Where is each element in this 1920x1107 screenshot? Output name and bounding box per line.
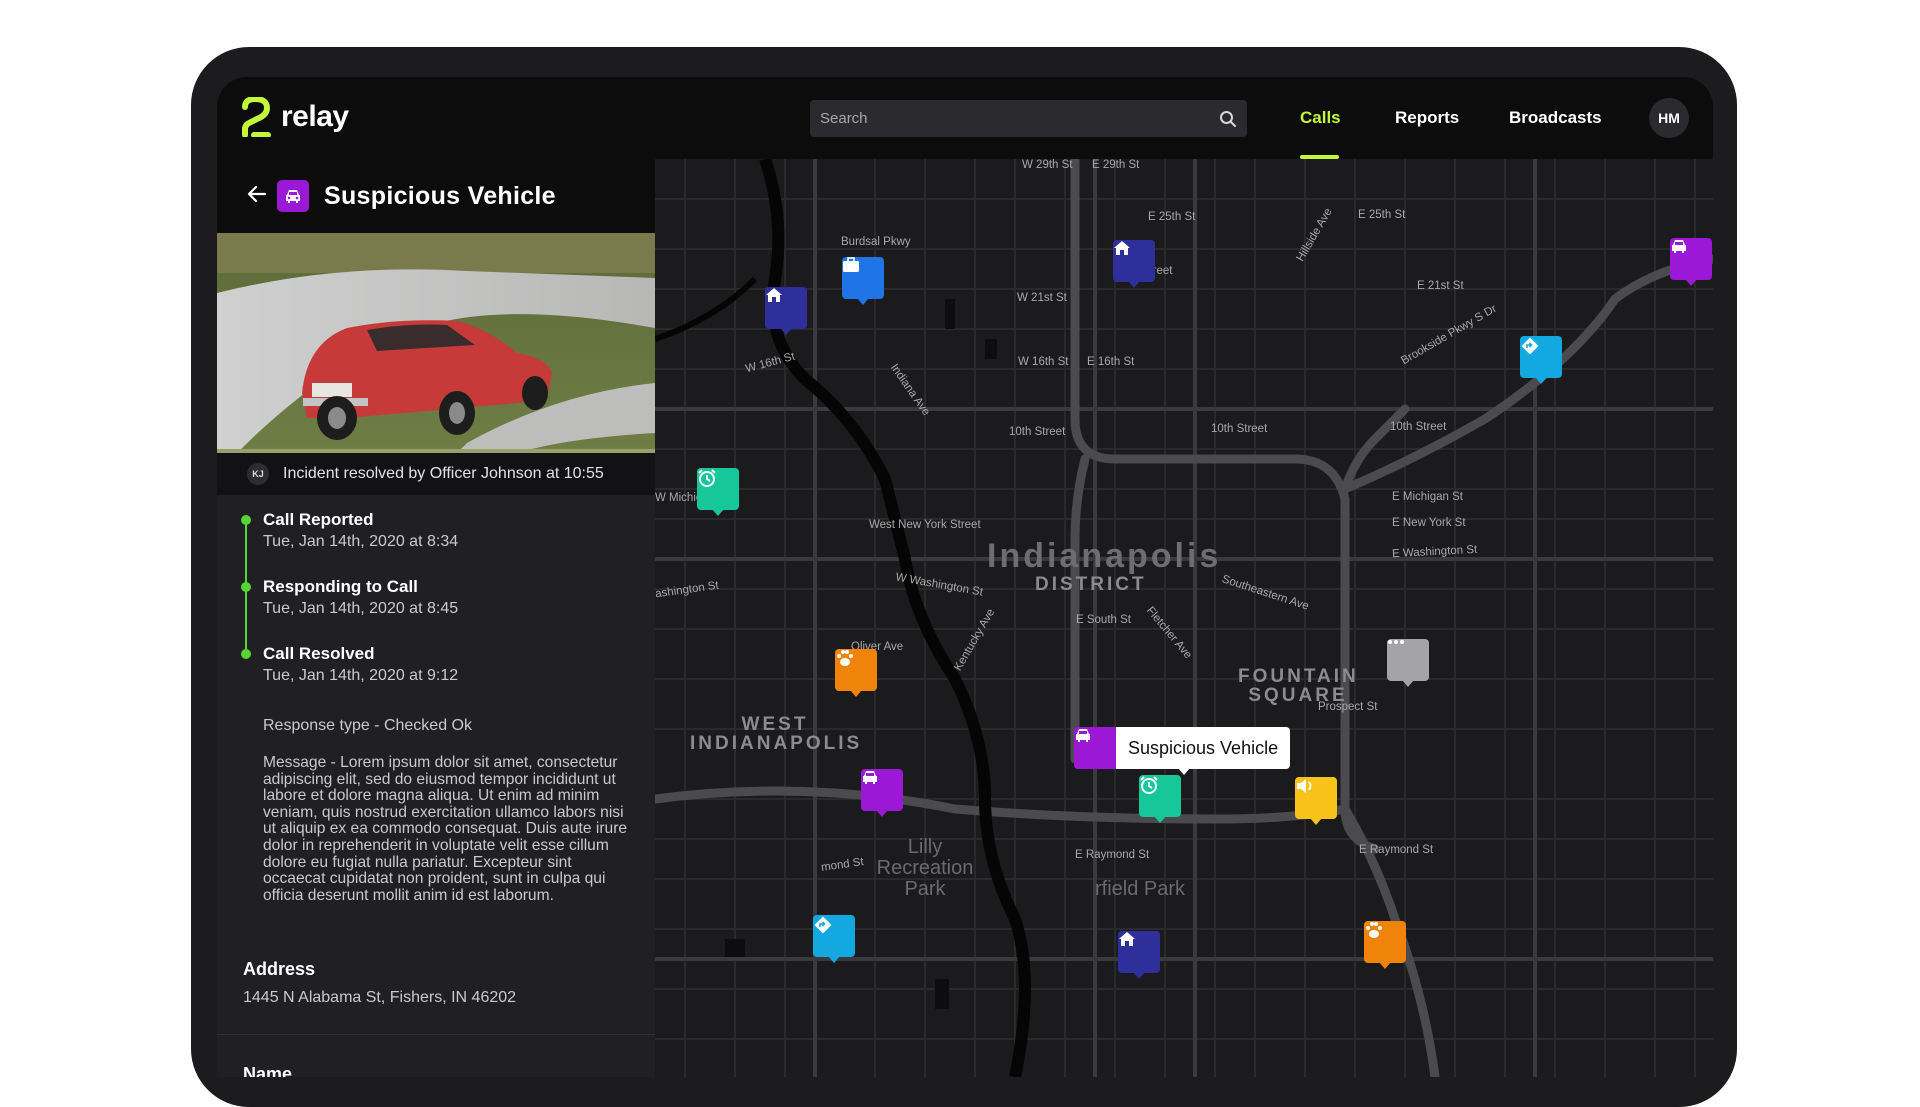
district-label: WEST INDIANAPOLIS	[690, 714, 863, 754]
timeline-dot	[241, 515, 251, 525]
alarm-icon[interactable]	[1139, 775, 1181, 823]
relay-logo-icon	[242, 97, 271, 137]
top-bar: relay Calls Reports Broadcasts HM	[217, 77, 1713, 159]
street-label: E 16th St	[1087, 356, 1135, 368]
address-value: 1445 N Alabama St, Fishers, IN 46202	[243, 989, 517, 1006]
street-label: E New York St	[1392, 517, 1466, 529]
response-type: Response type - Checked Ok	[263, 717, 472, 734]
timeline-title: Call Resolved	[263, 644, 375, 663]
city-label: Indianapolis	[987, 537, 1222, 575]
callout-tail	[1178, 768, 1190, 775]
house-icon[interactable]	[765, 287, 807, 335]
address-label: Address	[243, 959, 316, 979]
incident-map[interactable]: W 29th St E 29th St E 25th St E 25th St …	[655, 159, 1713, 1077]
section-divider	[217, 1034, 655, 1035]
district-label: DISTRICT	[1035, 574, 1147, 595]
incident-title: Suspicious Vehicle	[324, 181, 556, 210]
search-input[interactable]	[820, 110, 1219, 127]
street-label: E Raymond St	[1075, 849, 1150, 861]
street-label: West New York Street	[869, 519, 981, 531]
nav-calls[interactable]: Calls	[1300, 77, 1341, 159]
car-icon	[1074, 727, 1116, 769]
park-label: Lilly Recreation Park	[876, 836, 974, 900]
timeline-title: Call Reported	[263, 510, 374, 529]
nav-reports[interactable]: Reports	[1395, 77, 1459, 159]
incident-header: Suspicious Vehicle	[217, 159, 655, 233]
incident-timeline: Call Reported Tue, Jan 14th, 2020 at 8:3…	[241, 509, 635, 710]
street-label: E 29th St	[1092, 159, 1140, 171]
street-label: E Michigan St	[1392, 491, 1463, 503]
street-label: 10th Street	[1009, 426, 1066, 438]
app-name: relay	[281, 100, 349, 133]
street-label: E 25th St	[1358, 209, 1406, 221]
street-label: E 25th St	[1148, 211, 1196, 223]
street-label: W 21st St	[1017, 292, 1067, 304]
incident-photo	[217, 233, 655, 453]
incident-message: Message - Lorem ipsum dolor sit amet, co…	[263, 754, 628, 904]
resolution-banner: KJ Incident resolved by Officer Johnson …	[217, 453, 655, 495]
search-bar[interactable]	[810, 100, 1247, 137]
timeline-time: Tue, Jan 14th, 2020 at 8:34	[263, 533, 459, 550]
park-label: rfield Park	[1095, 878, 1186, 900]
street-label: W 29th St	[1022, 159, 1073, 171]
incident-panel: Suspicious Vehicle KJ Incident resolved …	[217, 159, 655, 1077]
callout-label: Suspicious Vehicle	[1116, 727, 1291, 769]
district-label: FOUNTAIN SQUARE	[1238, 666, 1359, 706]
directions-icon[interactable]	[1520, 336, 1562, 384]
timeline-time: Tue, Jan 14th, 2020 at 9:12	[263, 667, 459, 684]
street-label: E Raymond St	[1359, 844, 1434, 856]
directions-icon[interactable]	[813, 915, 855, 963]
briefcase-icon[interactable]	[842, 257, 884, 305]
street-label: 10th Street	[1390, 421, 1447, 433]
user-avatar[interactable]: HM	[1649, 98, 1689, 138]
relay-logo[interactable]: relay	[241, 97, 349, 137]
paw-icon[interactable]	[835, 649, 877, 697]
street-label: 10th Street	[1211, 423, 1268, 435]
paw-icon[interactable]	[1364, 921, 1406, 969]
officer-avatar: KJ	[247, 463, 269, 485]
street-label: W 16th St	[1018, 356, 1069, 368]
timeline-item: Responding to Call Tue, Jan 14th, 2020 a…	[241, 576, 635, 643]
name-label: Name	[243, 1064, 293, 1077]
timeline-dot	[241, 649, 251, 659]
street-label: Burdsal Pkwy	[841, 236, 911, 248]
timeline-item: Call Reported Tue, Jan 14th, 2020 at 8:3…	[241, 509, 635, 576]
car-icon[interactable]	[1670, 238, 1712, 286]
alarm-icon[interactable]	[697, 468, 739, 516]
selected-incident-callout[interactable]: Suspicious Vehicle	[1074, 727, 1291, 775]
timeline-dot	[241, 582, 251, 592]
car-icon	[277, 180, 309, 212]
nav-broadcasts[interactable]: Broadcasts	[1509, 77, 1602, 159]
app-screen: relay Calls Reports Broadcasts HM Suspic…	[217, 77, 1713, 1077]
car-icon[interactable]	[861, 769, 903, 817]
street-label: E South St	[1076, 614, 1131, 626]
timeline-title: Responding to Call	[263, 577, 418, 596]
street-label: E 21st St	[1417, 280, 1464, 292]
house-icon[interactable]	[1113, 240, 1155, 288]
timeline-item: Call Resolved Tue, Jan 14th, 2020 at 9:1…	[241, 643, 635, 710]
house-icon[interactable]	[1118, 931, 1160, 979]
more-icon[interactable]	[1387, 639, 1429, 687]
speaker-icon[interactable]	[1295, 777, 1337, 825]
resolution-text: Incident resolved by Officer Johnson at …	[283, 465, 604, 482]
back-arrow-icon[interactable]	[247, 183, 277, 209]
timeline-time: Tue, Jan 14th, 2020 at 8:45	[263, 600, 459, 617]
search-icon[interactable]	[1219, 110, 1237, 128]
